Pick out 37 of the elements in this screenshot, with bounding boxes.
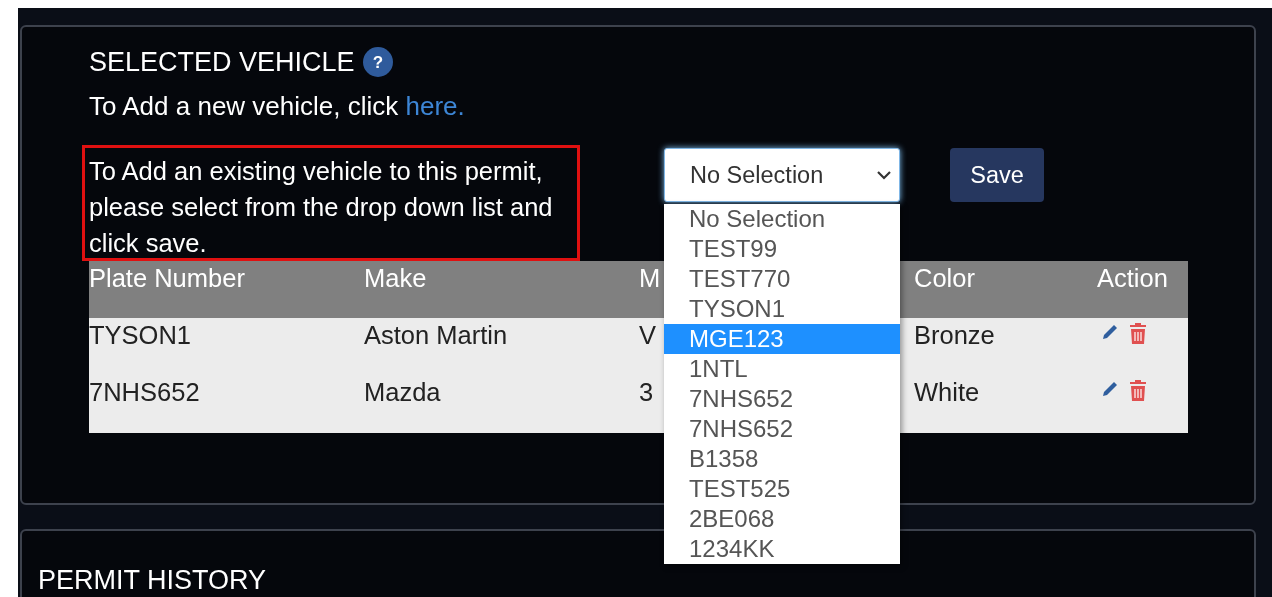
save-button[interactable]: Save [950,148,1044,202]
dropdown-option[interactable]: TEST99 [664,234,900,264]
table-cell: Mazda [364,378,441,406]
dropdown-option[interactable]: 7NHS652 [664,414,900,444]
table-cell: White [914,378,980,406]
table-cell: V [639,321,656,349]
pencil-icon[interactable] [1100,379,1120,399]
here-link[interactable]: here. [405,91,465,121]
dropdown-option[interactable]: TEST770 [664,264,900,294]
column-header: M [639,264,661,292]
column-header: Color [914,264,975,292]
table-cell: Bronze [914,321,995,349]
trash-icon[interactable] [1130,379,1146,401]
column-header: Make [364,264,427,292]
chevron-icon [877,170,891,180]
pencil-icon[interactable] [1100,322,1120,342]
table-cell: TYSON1 [89,321,192,349]
add-new-text: To Add a new vehicle, click here. [89,91,466,121]
column-header: Action [1097,264,1168,292]
section-title: PERMIT HISTORY [38,565,267,595]
section-title: SELECTED VEHICLE [89,46,355,78]
dropdown-option[interactable]: 7NHS652 [664,384,900,414]
dropdown-option[interactable]: 1NTL [664,354,900,384]
trash-icon[interactable] [1130,322,1146,344]
help-icon[interactable]: ? [362,47,393,77]
dropdown-option[interactable]: 1234KK [664,534,900,564]
table-cell: Aston Martin [364,321,508,349]
dropdown-option[interactable]: No Selection [664,204,900,234]
dropdown-option[interactable]: TEST525 [664,474,900,504]
add-existing-text: To Add an existing vehicle to this permit, please select from the drop down list and click save. [89,156,554,259]
dropdown-option[interactable]: 2BE068 [664,504,900,534]
table-cell: 3 [639,378,654,406]
vehicle-dropdown[interactable]: No Selection [664,148,900,202]
dropdown-option[interactable]: TYSON1 [664,294,900,324]
table-cell: 7NHS652 [89,378,200,406]
column-header: Plate Number [89,264,245,292]
dropdown-option[interactable]: B1358 [664,444,900,474]
